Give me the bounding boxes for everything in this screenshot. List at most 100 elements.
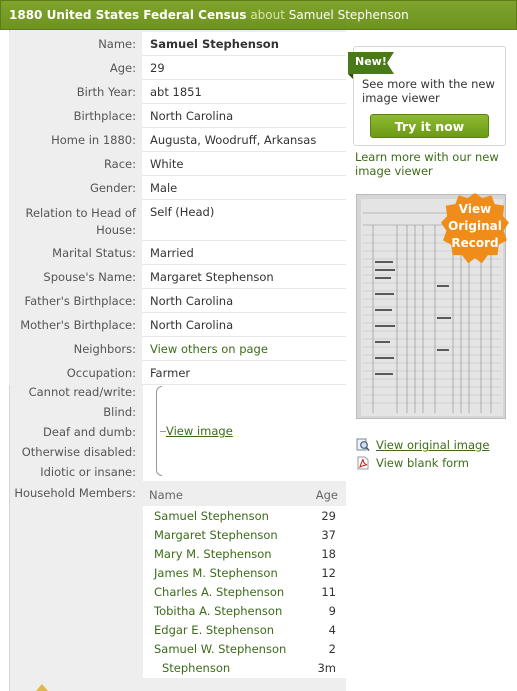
pdf-icon <box>357 456 369 470</box>
label-disabled: Otherwise disabled: <box>21 445 136 459</box>
view-blank-form-link[interactable]: View blank form <box>376 456 469 470</box>
value-race: White <box>142 152 346 176</box>
magnifier-icon <box>356 438 370 452</box>
row-birthplace: Birthplace: North Carolina <box>9 104 346 128</box>
badge-line-2: Original <box>448 219 502 233</box>
value-neighbors: View others on page <box>142 337 346 361</box>
badge-line-3: Record <box>451 236 499 250</box>
value-mother-birthplace: North Carolina <box>142 313 346 337</box>
household-member-link[interactable]: Samuel W. Stephenson <box>154 642 286 658</box>
label-cannot-read: Cannot read/write: <box>28 385 136 399</box>
household-row: Edgar E. Stephenson 4 <box>143 620 346 639</box>
label-relation: Relation to Head of House: <box>9 200 142 241</box>
row-spouse: Spouse's Name: Margaret Stephenson <box>9 265 346 289</box>
view-original-image-link[interactable]: View original image <box>376 438 489 452</box>
household-col-name: Name <box>149 488 183 502</box>
label-marital: Marital Status: <box>9 241 142 265</box>
label-father-birthplace: Father's Birthplace: <box>9 289 142 313</box>
household-member-age: 12 <box>321 566 336 580</box>
row-neighbors: Neighbors: View others on page <box>9 337 346 361</box>
view-blank-form-row[interactable]: View blank form <box>356 456 469 470</box>
household-member-link[interactable]: James M. Stephenson <box>154 566 278 582</box>
label-spouse: Spouse's Name: <box>9 265 142 289</box>
row-age: Age: 29 <box>9 56 346 80</box>
value-birthplace: North Carolina <box>142 104 346 128</box>
household-member-link[interactable]: Stephenson <box>154 661 230 677</box>
label-birth-year: Birth Year: <box>9 80 142 104</box>
household-row: James M. Stephenson 12 <box>143 563 346 582</box>
label-home: Home in 1880: <box>9 128 142 152</box>
label-name: Name: <box>9 32 142 56</box>
warning-icon <box>36 684 48 691</box>
value-birth-year: abt 1851 <box>142 80 346 104</box>
household-row: Stephenson 3m <box>143 658 346 677</box>
try-it-now-button[interactable]: Try it now <box>370 114 489 138</box>
household-member-age: 11 <box>321 585 336 599</box>
database-title: 1880 United States Federal Census <box>9 8 247 22</box>
value-name: Samuel Stephenson <box>142 32 346 56</box>
row-marital: Marital Status: Married <box>9 241 346 265</box>
view-original-image-row[interactable]: View original image <box>356 438 489 452</box>
label-mother-birthplace: Mother's Birthplace: <box>9 313 142 337</box>
label-occupation: Occupation: <box>9 361 142 385</box>
household-row: Charles A. Stephenson 11 <box>143 582 346 601</box>
household-member-link[interactable]: Edgar E. Stephenson <box>154 623 274 639</box>
value-gender: Male <box>142 176 346 200</box>
household-member-age: 2 <box>328 642 336 656</box>
person-title: Samuel Stephenson <box>288 8 409 22</box>
row-mother-birthplace: Mother's Birthplace: North Carolina <box>9 313 346 337</box>
label-gender: Gender: <box>9 176 142 200</box>
household-header: Name Age <box>143 484 346 506</box>
label-insane: Idiotic or insane: <box>40 465 136 479</box>
household-member-link[interactable]: Mary M. Stephenson <box>154 547 272 563</box>
household-member-age: 3m <box>317 661 336 675</box>
row-name: Name: Samuel Stephenson <box>9 32 346 56</box>
label-age: Age: <box>9 56 142 80</box>
label-race: Race: <box>9 152 142 176</box>
row-gender: Gender: Male <box>9 176 346 200</box>
view-image-link[interactable]: View image <box>166 424 233 438</box>
row-father-birthplace: Father's Birthplace: North Carolina <box>9 289 346 313</box>
household-row: Margaret Stephenson 37 <box>143 525 346 544</box>
row-relation: Relation to Head of House: Self (Head) <box>9 200 346 241</box>
household-row: Mary M. Stephenson 18 <box>143 544 346 563</box>
row-birth-year: Birth Year: abt 1851 <box>9 80 346 104</box>
household-member-age: 9 <box>328 604 336 618</box>
badge-line-1: View <box>458 202 492 216</box>
household-member-age: 18 <box>321 547 336 561</box>
household-row: Samuel W. Stephenson 2 <box>143 639 346 658</box>
label-birthplace: Birthplace: <box>9 104 142 128</box>
value-age: 29 <box>142 56 346 80</box>
row-race: Race: White <box>9 152 346 176</box>
label-deaf: Deaf and dumb: <box>43 425 136 439</box>
view-original-badge-text[interactable]: View Original Record <box>443 201 507 252</box>
learn-more-link[interactable]: Learn more with our new image viewer <box>355 150 510 178</box>
household-member-age: 29 <box>321 509 336 523</box>
household-member-age: 37 <box>321 528 336 542</box>
new-tag-fold <box>348 74 353 79</box>
value-occupation: Farmer <box>142 361 346 385</box>
view-neighbors-link[interactable]: View others on page <box>150 342 268 356</box>
household-row: Tobitha A. Stephenson 9 <box>143 601 346 620</box>
value-home: Augusta, Woodruff, Arkansas <box>142 128 346 152</box>
value-father-birthplace: North Carolina <box>142 289 346 313</box>
label-blind: Blind: <box>103 405 136 419</box>
value-marital: Married <box>142 241 346 265</box>
household-table: Samuel Stephenson 29 Margaret Stephenson… <box>143 506 346 678</box>
household-col-age: Age <box>315 488 338 502</box>
row-occupation: Occupation: Farmer <box>9 361 346 385</box>
label-neighbors: Neighbors: <box>9 337 142 361</box>
value-spouse: Margaret Stephenson <box>142 265 346 289</box>
household-member-link[interactable]: Charles A. Stephenson <box>154 585 284 601</box>
row-home: Home in 1880: Augusta, Woodruff, Arkansa… <box>9 128 346 152</box>
household-member-age: 4 <box>328 623 336 637</box>
household-member-link[interactable]: Margaret Stephenson <box>154 528 278 544</box>
household-member-link[interactable]: Tobitha A. Stephenson <box>154 604 282 620</box>
about-word: about <box>250 8 285 22</box>
label-household: Household Members: <box>14 486 136 500</box>
promo-text: See more with the new image viewer <box>362 77 495 105</box>
household-row: Samuel Stephenson 29 <box>143 506 346 525</box>
value-relation: Self (Head) <box>142 200 346 241</box>
title-bar: 1880 United States Federal Census about … <box>0 0 517 30</box>
household-member-link[interactable]: Samuel Stephenson <box>154 509 269 525</box>
